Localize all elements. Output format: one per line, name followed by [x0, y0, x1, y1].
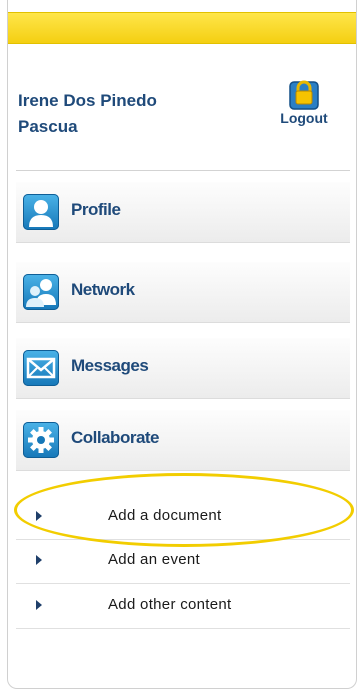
sidebar-panel: Irene Dos Pinedo Pascua Logout Profile N… [7, 0, 357, 689]
submenu-item-label: Add a document [108, 507, 222, 524]
submenu-item-add-event[interactable]: Add an event [16, 545, 350, 584]
nav-item-collaborate[interactable]: Collaborate [16, 410, 350, 471]
top-banner [8, 12, 356, 44]
arrow-right-icon [36, 511, 42, 521]
submenu-item-label: Add an event [108, 551, 201, 568]
lock-icon [289, 80, 319, 110]
nav-item-label: Collaborate [71, 428, 160, 447]
user-name-line2: Pascua [18, 117, 78, 136]
submenu-item-label: Add other content [108, 596, 232, 613]
nav-item-label: Network [71, 280, 135, 299]
nav-item-label: Profile [71, 200, 121, 219]
people-icon [23, 274, 59, 310]
nav-item-messages[interactable]: Messages [16, 338, 350, 399]
nav-item-network[interactable]: Network [16, 262, 350, 323]
arrow-right-icon [36, 555, 42, 565]
divider [16, 170, 350, 171]
logout-label: Logout [280, 110, 328, 126]
arrow-right-icon [36, 600, 42, 610]
person-icon [23, 194, 59, 230]
logout-button[interactable]: Logout [261, 76, 347, 126]
user-name-line1: Irene Dos Pinedo [18, 91, 157, 110]
gear-icon [23, 422, 59, 458]
nav-item-profile[interactable]: Profile [16, 182, 350, 243]
envelope-icon [23, 350, 59, 386]
user-name: Irene Dos Pinedo Pascua [18, 88, 157, 140]
submenu-item-add-other-content[interactable]: Add other content [16, 590, 350, 629]
submenu-item-add-document[interactable]: Add a document [16, 501, 350, 540]
nav-item-label: Messages [71, 356, 149, 375]
